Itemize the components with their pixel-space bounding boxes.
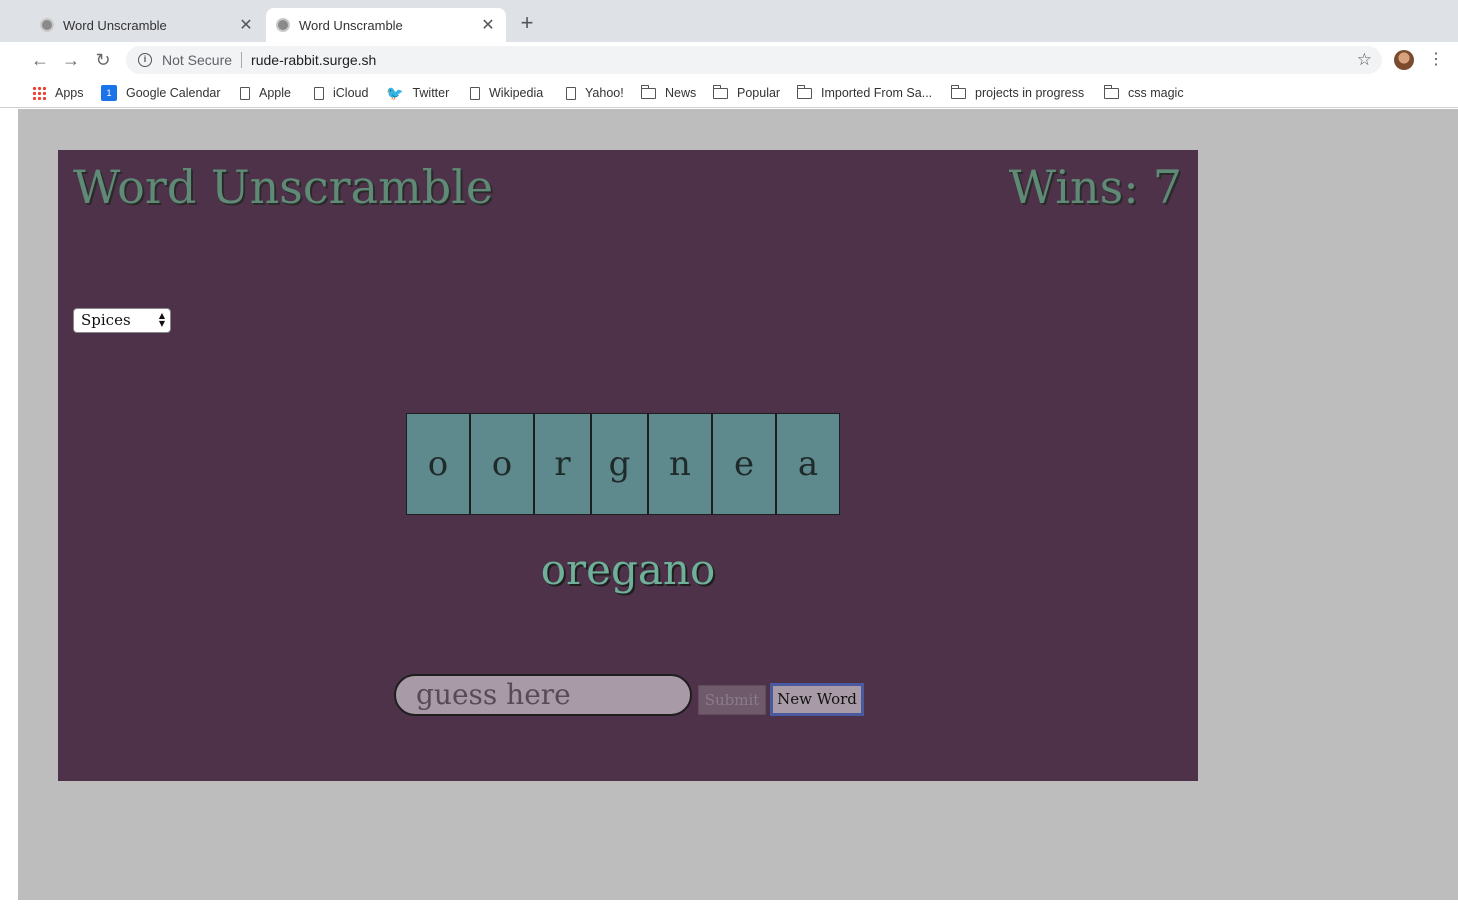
bookmark-label: Popular — [737, 86, 781, 100]
wins-count: 7 — [1152, 160, 1182, 214]
bookmark-label: css magic — [1128, 86, 1184, 100]
new-tab-icon[interactable]: + — [516, 12, 538, 34]
letter-tile: r — [534, 413, 591, 515]
wins-counter: Wins: 7 — [1009, 160, 1182, 214]
submit-button[interactable]: Submit — [698, 685, 766, 715]
calendar-icon: 1 — [101, 85, 117, 101]
letter-tile: e — [712, 413, 776, 515]
tab-title: Word Unscramble — [299, 17, 403, 33]
bookmark-label: Google Calendar — [126, 86, 221, 100]
bookmark-folder-imported[interactable]: Imported From Sa... — [797, 84, 932, 102]
page-title: Word Unscramble — [73, 160, 494, 214]
address-bar[interactable]: i Not Secure rude-rabbit.surge.sh ☆ — [126, 46, 1382, 74]
bookmark-label: Apps — [55, 86, 84, 100]
bookmark-apple[interactable]: Apple — [240, 84, 291, 102]
bookmark-folder-projects[interactable]: projects in progress — [951, 84, 1084, 102]
page-icon — [314, 86, 324, 100]
page-icon — [566, 86, 576, 100]
bookmark-label: projects in progress — [975, 86, 1085, 100]
folder-icon — [641, 84, 656, 99]
select-arrows-icon: ▲ ▼ — [158, 311, 165, 328]
twitter-bird-icon: 🐦 — [386, 84, 404, 101]
bookmark-wikipedia[interactable]: Wikipedia — [470, 84, 543, 102]
game-panel: Word Unscramble Wins: 7 Spices ▲ ▼ o o r … — [58, 150, 1198, 781]
guess-input[interactable]: guess here — [394, 674, 692, 716]
folder-icon — [951, 84, 966, 99]
bookmark-folder-popular[interactable]: Popular — [713, 84, 780, 102]
bookmark-star-icon[interactable]: ☆ — [1357, 50, 1372, 70]
bookmark-label: Apple — [259, 86, 291, 100]
category-value: Spices — [81, 311, 131, 329]
letter-tile: a — [776, 413, 840, 515]
bookmark-google-calendar[interactable]: 1 Google Calendar — [101, 84, 221, 102]
bookmark-label: Yahoo! — [585, 86, 624, 100]
close-icon[interactable]: ✕ — [236, 15, 256, 35]
bookmark-apps[interactable]: Apps — [32, 84, 84, 102]
bookmark-folder-css-magic[interactable]: css magic — [1104, 84, 1184, 102]
separator — [241, 52, 243, 68]
menu-icon[interactable]: ⋮ — [1428, 49, 1444, 71]
bookmark-label: iCloud — [333, 86, 369, 100]
bookmark-label: Twitter — [412, 86, 450, 100]
letter-tile: o — [470, 413, 534, 515]
page-icon — [240, 86, 250, 100]
bookmark-label: News — [665, 86, 697, 100]
folder-icon — [1104, 84, 1119, 99]
bookmark-label: Imported From Sa... — [821, 86, 933, 100]
folder-icon — [713, 84, 728, 99]
info-icon[interactable]: i — [138, 53, 152, 67]
answer-word: oregano — [540, 545, 716, 594]
reload-icon[interactable]: ↻ — [92, 49, 114, 71]
folder-icon — [797, 84, 812, 99]
close-icon[interactable]: ✕ — [478, 15, 498, 35]
bookmarks-bar: Apps 1 Google Calendar Apple iCloud 🐦 Twit… — [0, 78, 1458, 108]
tab-word-unscramble-1[interactable]: Word Unscramble ✕ — [30, 8, 264, 42]
page-background: Word Unscramble Wins: 7 Spices ▲ ▼ o o r … — [18, 109, 1458, 900]
tab-word-unscramble-2[interactable]: Word Unscramble ✕ — [266, 8, 506, 42]
favicon-icon — [276, 18, 290, 32]
letter-tile: n — [648, 413, 712, 515]
bookmark-icloud[interactable]: iCloud — [314, 84, 368, 102]
security-label: Not Secure — [162, 52, 233, 68]
back-icon[interactable]: ← — [29, 49, 51, 71]
bookmark-label: Wikipedia — [489, 86, 544, 100]
apps-grid-icon — [32, 86, 46, 100]
bookmark-yahoo[interactable]: Yahoo! — [566, 84, 624, 102]
favicon-icon — [40, 18, 54, 32]
browser-toolbar: ← → ↻ i Not Secure rude-rabbit.surge.sh … — [0, 42, 1458, 78]
new-word-button[interactable]: New Word — [770, 683, 864, 716]
tab-title: Word Unscramble — [63, 17, 167, 33]
letter-tile: g — [591, 413, 648, 515]
url-text: rude-rabbit.surge.sh — [251, 52, 377, 68]
bookmark-twitter[interactable]: 🐦 Twitter — [386, 84, 449, 102]
category-select[interactable]: Spices ▲ ▼ — [73, 308, 171, 333]
wins-label: Wins: — [1008, 160, 1139, 214]
profile-avatar[interactable] — [1394, 50, 1414, 70]
letter-tile: o — [406, 413, 470, 515]
letter-tiles: o o r g n e a — [406, 413, 840, 515]
page-icon — [470, 86, 480, 100]
bookmark-folder-news[interactable]: News — [641, 84, 696, 102]
tab-bar: Word Unscramble ✕ Word Unscramble ✕ + — [0, 0, 1458, 42]
forward-icon[interactable]: → — [60, 49, 82, 71]
